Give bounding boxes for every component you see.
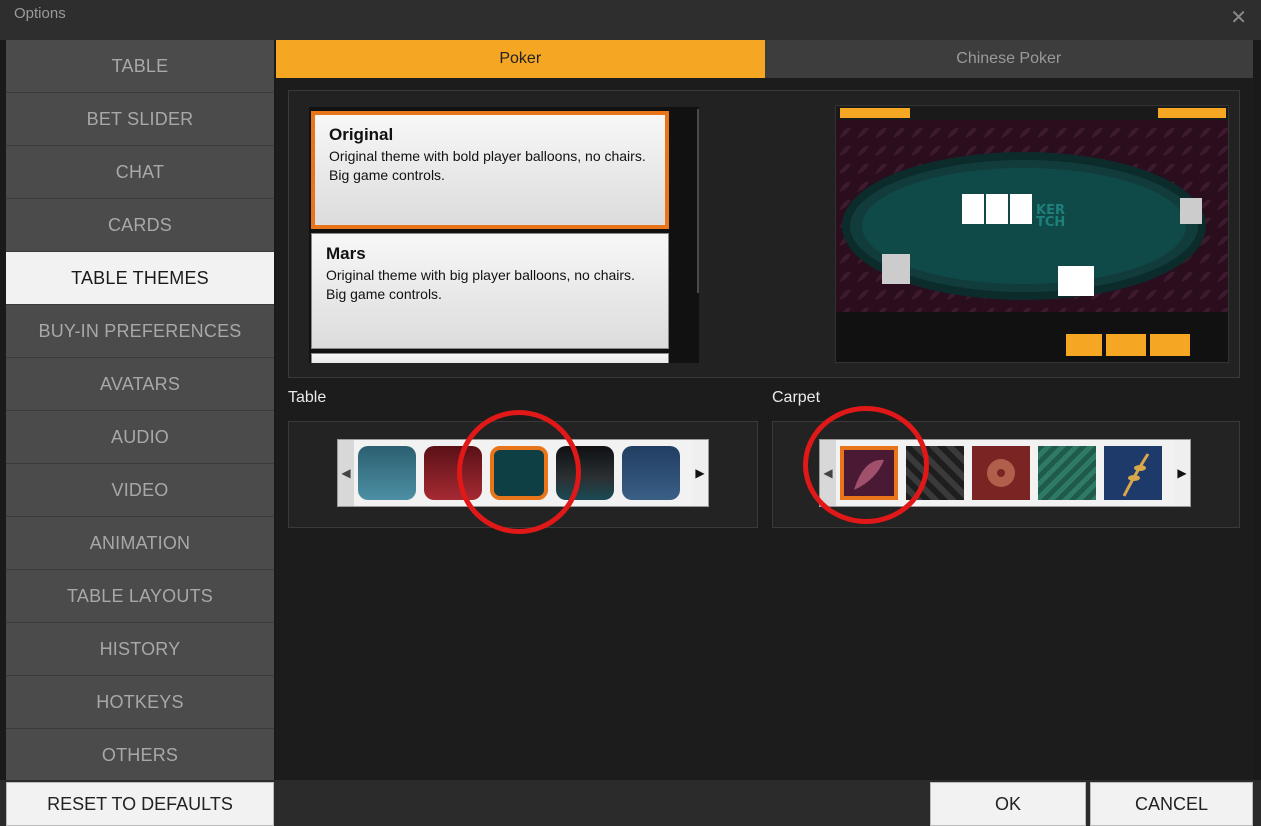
sidebar-item-audio[interactable]: AUDIO [6,411,274,464]
window-title: Options [14,5,66,22]
carpet-swatch[interactable] [1038,446,1096,500]
title-bar: Options ✕ [0,0,1261,40]
table-swatch[interactable] [358,446,416,500]
footer-bar: RESET TO DEFAULTS OK CANCEL [0,780,1261,826]
sidebar-item-bet-slider[interactable]: BET SLIDER [6,93,274,146]
tab-poker[interactable]: Poker [276,40,765,78]
table-swatch[interactable] [622,446,680,500]
theme-list[interactable]: Original Original theme with bold player… [309,107,699,363]
chevron-right-icon[interactable]: ▶ [692,440,708,506]
carpet-swatch[interactable] [972,446,1030,500]
sidebar-item-chat[interactable]: CHAT [6,146,274,199]
sidebar-item-video[interactable]: VIDEO [6,464,274,517]
chevron-left-icon[interactable]: ◀ [338,440,354,506]
sidebar-item-avatars[interactable]: AVATARS [6,358,274,411]
annotation-circle [803,406,929,524]
sidebar-item-cards[interactable]: CARDS [6,199,274,252]
tab-chinese-poker[interactable]: Chinese Poker [764,40,1253,78]
close-icon[interactable]: ✕ [1230,5,1247,30]
sidebar-item-history[interactable]: HISTORY [6,623,274,676]
flower-pattern-icon [987,459,1015,487]
theme-name: Original [329,125,394,144]
sidebar-item-hotkeys[interactable]: HOTKEYS [6,676,274,729]
chevron-right-icon[interactable]: ▶ [1174,440,1190,506]
sidebar-item-buy-in-preferences[interactable]: BUY-IN PREFERENCES [6,305,274,358]
theme-description: Original theme with big player balloons,… [326,267,635,302]
sidebar-item-table[interactable]: TABLE [6,40,274,93]
annotation-circle [457,410,581,534]
ok-button[interactable]: OK [930,782,1086,826]
sidebar-item-others[interactable]: OTHERS [6,729,274,782]
theme-panel: Original Original theme with bold player… [288,90,1240,378]
theme-list-scrollbar[interactable] [697,109,699,293]
table-picker: ◀ ▶ [288,410,758,534]
sidebar-item-table-layouts[interactable]: TABLE LAYOUTS [6,570,274,623]
game-tabs: Poker Chinese Poker [276,40,1253,78]
carpet-section-label: Carpet [772,389,821,406]
theme-card-original[interactable]: Original Original theme with bold player… [311,111,669,229]
wheat-pattern-icon [1122,453,1150,497]
reset-defaults-button[interactable]: RESET TO DEFAULTS [6,782,274,826]
theme-card-mars[interactable]: Mars Original theme with big player ball… [311,233,669,349]
theme-name: Mars [326,244,366,263]
carpet-picker: ◀ ▶ [772,406,1240,528]
theme-card-next[interactable] [311,353,669,363]
options-sidebar: TABLE BET SLIDER CHAT CARDS TABLE THEMES… [6,40,274,782]
main-content: Poker Chinese Poker Original Original th… [276,40,1253,780]
theme-description: Original theme with bold player balloons… [329,148,646,183]
sidebar-item-table-themes[interactable]: TABLE THEMES [6,252,274,305]
theme-preview: KER TCH [835,105,1229,363]
carpet-swatch[interactable] [1104,446,1162,500]
table-section-label: Table [288,389,327,406]
cancel-button[interactable]: CANCEL [1090,782,1253,826]
svg-text:TCH: TCH [1036,215,1065,230]
table-preview-image: KER TCH [836,106,1228,362]
sidebar-item-animation[interactable]: ANIMATION [6,517,274,570]
